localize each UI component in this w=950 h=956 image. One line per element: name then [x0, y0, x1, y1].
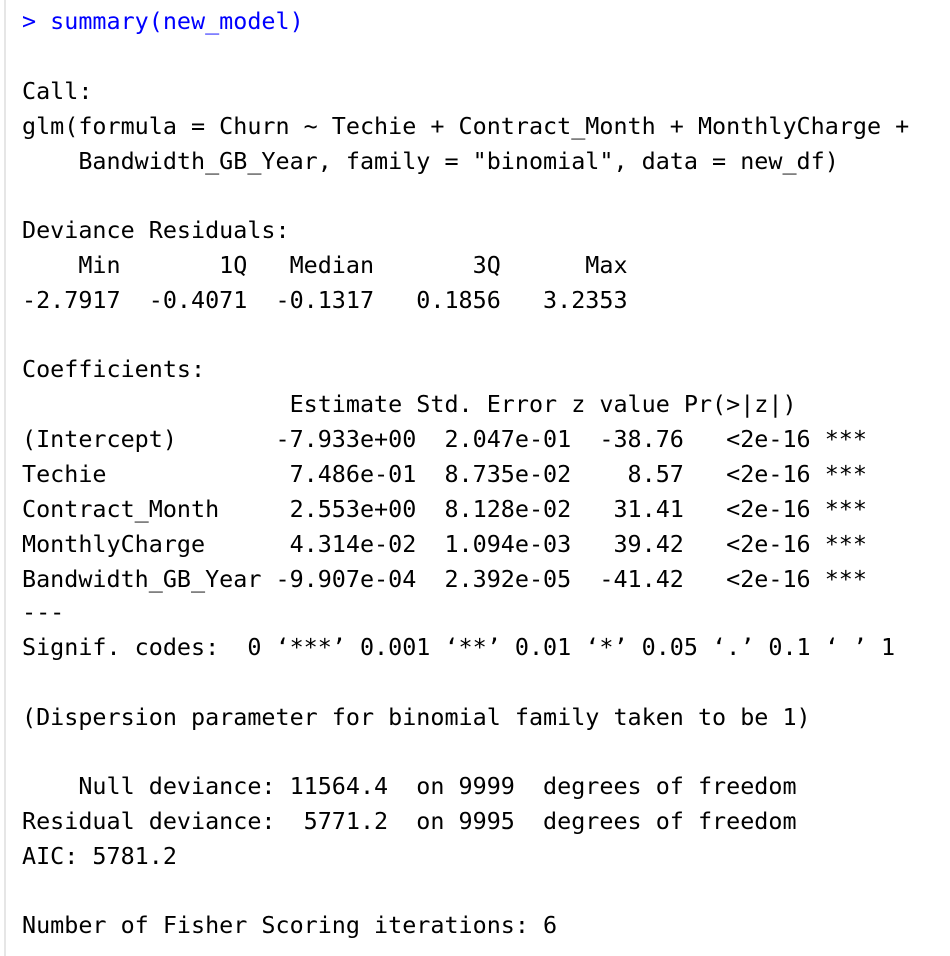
- call-formula-line-2: Bandwidth_GB_Year, family = "binomial", …: [22, 147, 839, 175]
- deviance-residuals-header: Deviance Residuals:: [22, 216, 290, 244]
- call-formula-line-1: glm(formula = Churn ~ Techie + Contract_…: [22, 112, 910, 140]
- coefficients-row-techie: Techie 7.486e-01 8.735e-02 8.57 <2e-16 *…: [22, 460, 867, 488]
- coefficients-row-monthly-charge: MonthlyCharge 4.314e-02 1.094e-03 39.42 …: [22, 530, 867, 558]
- signif-codes-line: Signif. codes: 0 ‘***’ 0.001 ‘**’ 0.01 ‘…: [22, 633, 896, 661]
- coefficients-separator: ---: [22, 598, 65, 626]
- residual-deviance-line: Residual deviance: 5771.2 on 9995 degree…: [22, 807, 797, 835]
- r-console-output: > summary(new_model) Call: glm(formula =…: [0, 0, 950, 956]
- deviance-residuals-values: -2.7917 -0.4071 -0.1317 0.1856 3.2353: [22, 286, 656, 314]
- deviance-residuals-labels: Min 1Q Median 3Q Max: [22, 251, 656, 279]
- null-deviance-line: Null deviance: 11564.4 on 9999 degrees o…: [22, 772, 797, 800]
- dispersion-line: (Dispersion parameter for binomial famil…: [22, 703, 811, 731]
- call-header: Call:: [22, 77, 93, 105]
- fisher-iterations-line: Number of Fisher Scoring iterations: 6: [22, 911, 558, 939]
- coefficients-column-header: Estimate Std. Error z value Pr(>|z|): [22, 390, 853, 418]
- coefficients-header: Coefficients:: [22, 355, 206, 383]
- coefficients-row-bandwidth-gb-year: Bandwidth_GB_Year -9.907e-04 2.392e-05 -…: [22, 565, 867, 593]
- coefficients-row-intercept: (Intercept) -7.933e+00 2.047e-01 -38.76 …: [22, 425, 867, 453]
- console-command-line: > summary(new_model): [22, 7, 304, 35]
- coefficients-row-contract-month: Contract_Month 2.553e+00 8.128e-02 31.41…: [22, 495, 867, 523]
- console-left-border: [4, 0, 6, 956]
- aic-line: AIC: 5781.2: [22, 842, 177, 870]
